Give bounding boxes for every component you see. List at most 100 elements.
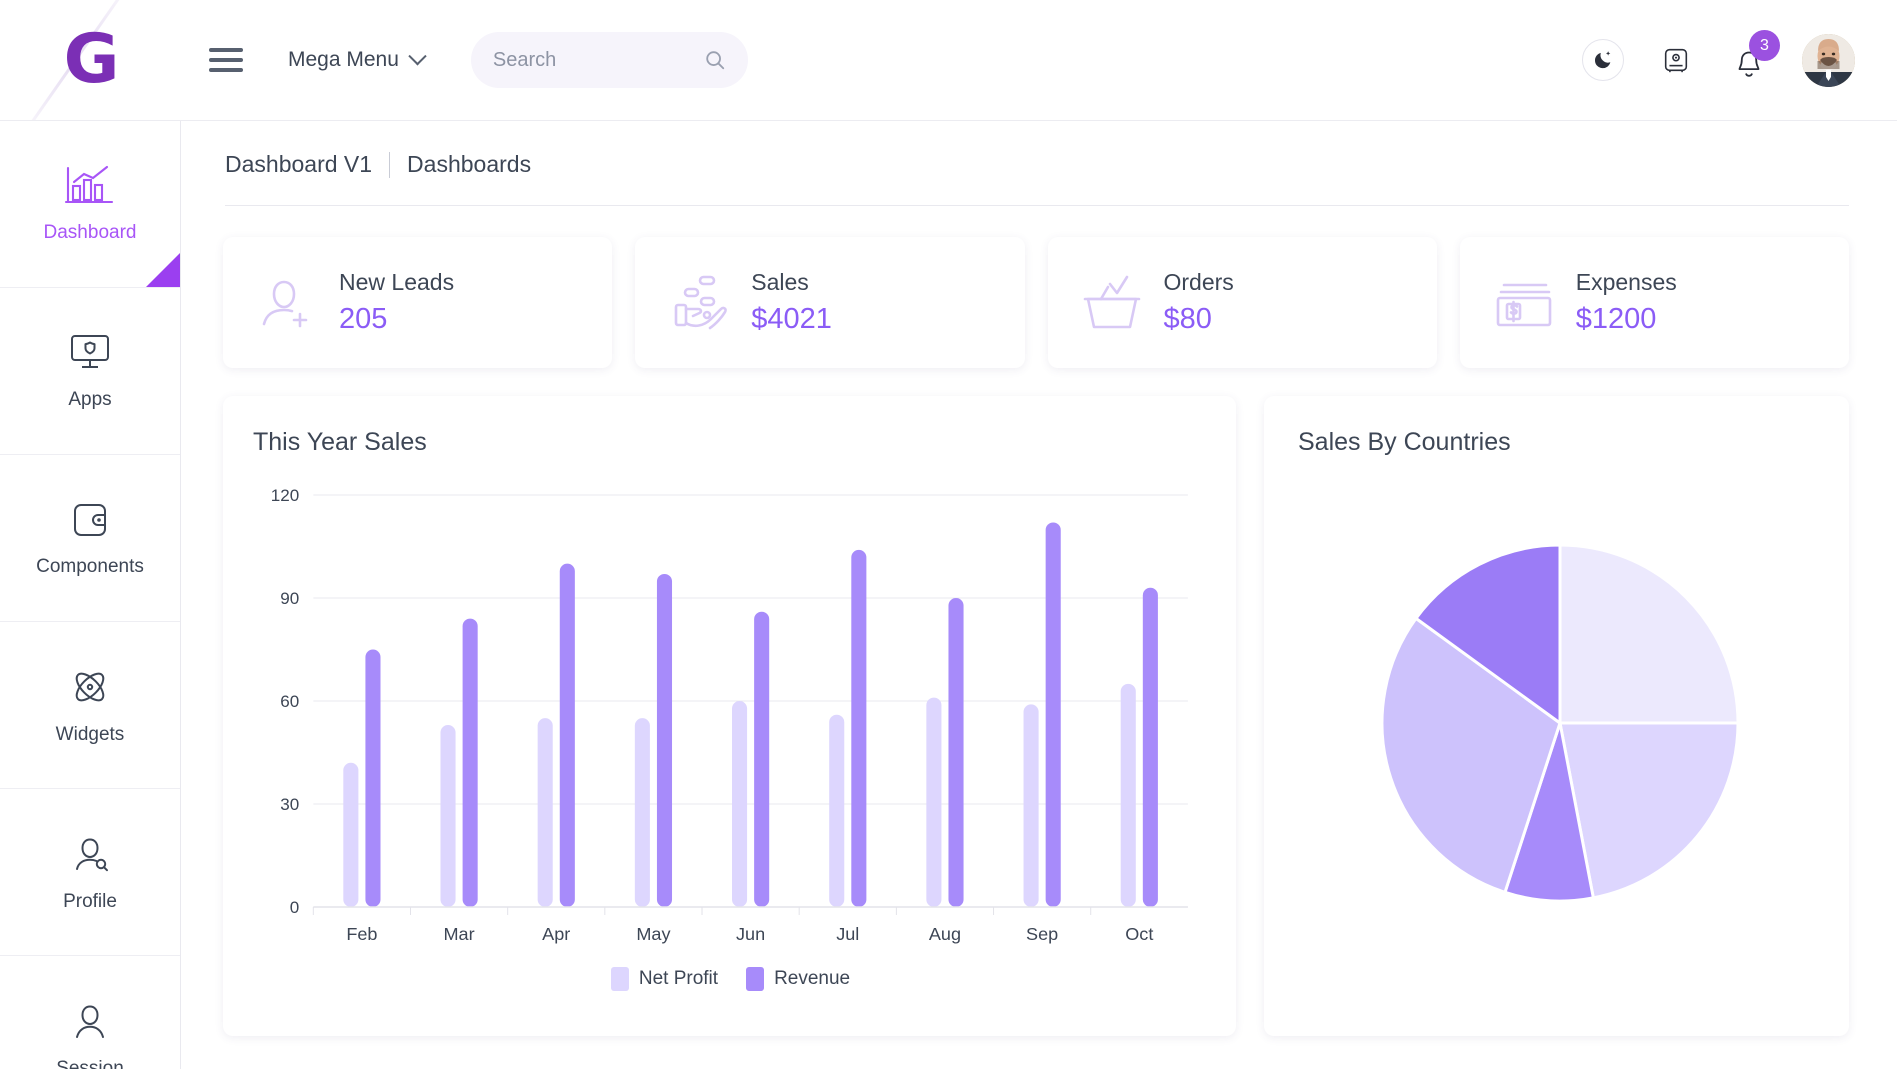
breadcrumb: Dashboard V1 Dashboards xyxy=(223,151,1849,178)
stat-card-value: $4021 xyxy=(751,303,832,335)
notifications-button[interactable]: 3 xyxy=(1728,30,1780,82)
notification-badge: 3 xyxy=(1749,30,1780,61)
svg-text:Feb: Feb xyxy=(346,924,377,944)
main-content: Dashboard V1 Dashboards New Leads 205 Sa… xyxy=(181,121,1897,1069)
brand-logo[interactable]: G xyxy=(0,0,181,120)
svg-text:30: 30 xyxy=(280,795,299,814)
pie-chart xyxy=(1298,463,1821,983)
svg-text:Mar: Mar xyxy=(444,924,475,944)
stat-card-text: Orders $80 xyxy=(1164,269,1234,336)
chevron-down-icon xyxy=(408,46,427,65)
hamburger-bar xyxy=(209,48,243,52)
breadcrumb-current[interactable]: Dashboard V1 xyxy=(225,151,372,178)
stat-cards-row: New Leads 205 Sales $4021 Orders $80 Exp… xyxy=(223,237,1849,368)
logo-letter: G xyxy=(63,20,120,99)
svg-text:Apr: Apr xyxy=(542,924,570,944)
mega-menu-dropdown[interactable]: Mega Menu xyxy=(288,46,427,72)
avatar[interactable] xyxy=(1802,33,1855,87)
stat-card-value: $1200 xyxy=(1575,303,1657,335)
top-navigation-bar: G Mega Menu Search 3 xyxy=(0,0,1897,121)
sales-by-countries-panel: Sales By Countries xyxy=(1264,396,1849,1036)
hamburger-bar xyxy=(209,68,243,72)
sidebar-item-label: Session xyxy=(56,1058,124,1069)
search-icon xyxy=(706,51,725,70)
breadcrumb-divider xyxy=(225,205,1849,206)
wallet-icon xyxy=(74,504,106,536)
sidebar-item-widgets[interactable]: Widgets xyxy=(0,622,180,789)
svg-text:Aug: Aug xyxy=(929,924,961,944)
stat-card-expenses[interactable]: Expenses $1200 xyxy=(1459,237,1849,368)
svg-text:60: 60 xyxy=(280,692,299,711)
stat-card-value: 205 xyxy=(339,303,388,335)
user-search-icon xyxy=(76,838,108,872)
moon-star-icon xyxy=(1594,51,1611,69)
stat-card-value: $80 xyxy=(1163,303,1212,335)
legend-label: Revenue xyxy=(774,968,851,989)
breadcrumb-parent[interactable]: Dashboards xyxy=(407,151,531,178)
body-container: Dashboard Apps Components Widgets Profil… xyxy=(0,121,1897,1069)
app-root: G Mega Menu Search 3 Dashboard Apps Comp… xyxy=(0,0,1897,1069)
atom-icon xyxy=(75,672,105,702)
this-year-sales-panel: This Year Sales 0 30 60 90 120 Feb Mar Apr May Ju… xyxy=(223,396,1236,1036)
svg-text:90: 90 xyxy=(280,589,299,608)
search-input[interactable] xyxy=(492,48,726,72)
money-stack-icon xyxy=(1486,268,1562,338)
user-icon xyxy=(76,1005,104,1038)
bar-chart-legend: Net Profit Revenue xyxy=(253,967,1208,991)
sidebar-item-label: Profile xyxy=(63,891,117,912)
monitor-shield-icon xyxy=(71,335,109,368)
hamburger-icon[interactable] xyxy=(209,48,243,72)
stat-card-text: Expenses $1200 xyxy=(1576,269,1677,336)
svg-text:Jul: Jul xyxy=(836,924,859,944)
apps-device-icon[interactable] xyxy=(1656,40,1696,80)
sidebar-item-apps[interactable]: Apps xyxy=(0,288,180,455)
legend-item-revenue[interactable]: Revenue xyxy=(746,967,850,991)
sidebar-item-dashboard[interactable]: Dashboard xyxy=(0,121,180,288)
basket-check-icon xyxy=(1074,268,1150,338)
hamburger-bar xyxy=(209,58,243,62)
sidebar-item-profile[interactable]: Profile xyxy=(0,789,180,956)
sidebar-item-label: Widgets xyxy=(55,724,125,745)
stat-card-new-leads[interactable]: New Leads 205 xyxy=(223,237,613,368)
topbar-actions: 3 xyxy=(1582,30,1897,87)
legend-swatch xyxy=(746,967,765,991)
panel-title: This Year Sales xyxy=(253,428,427,456)
stat-card-text: Sales $4021 xyxy=(751,269,832,336)
bar-chart: 0 30 60 90 120 Feb Mar Apr May Jun Jul Aug Sep Oct xyxy=(253,481,1208,961)
svg-text:May: May xyxy=(636,924,670,944)
svg-text:120: 120 xyxy=(271,486,299,505)
svg-text:0: 0 xyxy=(290,898,300,917)
sidebar-item-label: Dashboard xyxy=(43,222,137,243)
user-plus-icon xyxy=(249,268,325,338)
hand-coins-icon xyxy=(661,268,737,338)
bar-chart-icon xyxy=(64,165,114,204)
device-icon xyxy=(1664,48,1688,73)
panel-title: Sales By Countries xyxy=(1298,428,1511,456)
bar-chart-svg: 0 30 60 90 120 Feb Mar Apr May Jun Jul Aug Sep Oct xyxy=(271,486,1188,944)
stat-card-text: New Leads 205 xyxy=(339,269,454,336)
sidebar-item-label: Apps xyxy=(68,389,112,410)
user-avatar-image xyxy=(1802,33,1855,87)
stat-card-title: Orders xyxy=(1163,269,1234,295)
legend-item-net-profit[interactable]: Net Profit xyxy=(610,967,719,991)
pie-slice[interactable] xyxy=(1558,543,1740,725)
dark-mode-toggle[interactable] xyxy=(1582,39,1624,81)
legend-label: Net Profit xyxy=(638,968,719,989)
sidebar-item-label: Components xyxy=(36,556,144,577)
sidebar-item-components[interactable]: Components xyxy=(0,455,180,622)
panels-row: This Year Sales 0 30 60 90 120 Feb Mar Apr May Ju… xyxy=(223,396,1849,1036)
sidebar-item-session[interactable]: Session xyxy=(0,956,180,1069)
svg-text:Sep: Sep xyxy=(1026,924,1058,944)
stat-card-title: Expenses xyxy=(1575,269,1677,295)
pie-chart-svg xyxy=(1380,543,1740,903)
breadcrumb-separator xyxy=(389,151,391,178)
stat-card-title: Sales xyxy=(751,269,809,295)
svg-text:Jun: Jun xyxy=(736,924,765,944)
stat-card-sales[interactable]: Sales $4021 xyxy=(635,237,1025,368)
svg-text:Oct: Oct xyxy=(1125,924,1153,944)
search-box[interactable] xyxy=(470,32,748,88)
stat-card-orders[interactable]: Orders $80 xyxy=(1047,237,1437,368)
mega-menu-label: Mega Menu xyxy=(288,48,399,71)
legend-swatch xyxy=(610,967,629,991)
active-indicator-triangle xyxy=(146,253,180,287)
